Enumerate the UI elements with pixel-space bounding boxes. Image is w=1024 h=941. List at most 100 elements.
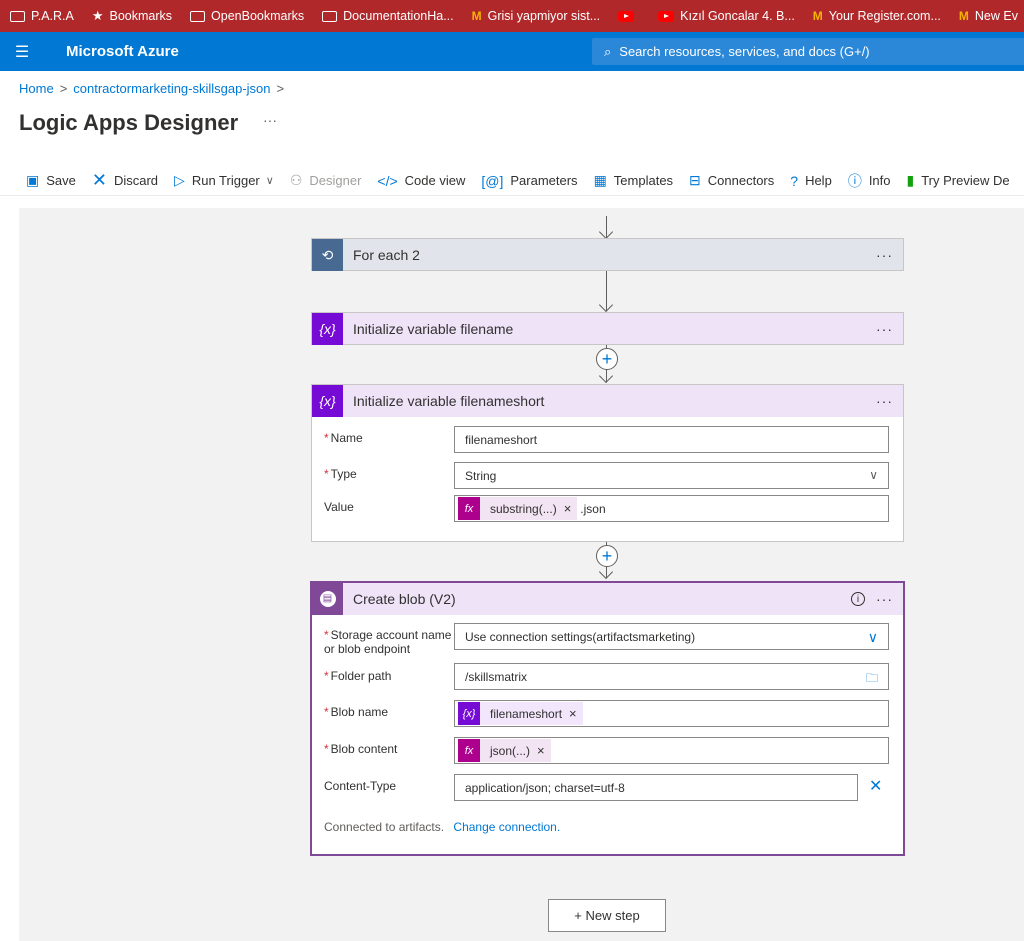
discard-button[interactable]: ✕ Discard	[92, 170, 158, 191]
azure-header: ☰ Microsoft Azure ⌕ Search resources, se…	[0, 32, 1024, 71]
folder-icon	[190, 10, 206, 22]
step-init-filename[interactable]: {x} Initialize variable filename ···	[311, 312, 904, 345]
loop-icon: ⟲	[312, 239, 343, 271]
bookmark-para[interactable]: P.A.R.A	[10, 9, 74, 23]
parameters-button[interactable]: [@] Parameters	[481, 173, 577, 189]
name-field[interactable]: filenameshort	[454, 426, 889, 453]
info-icon: ⓘ	[847, 172, 862, 189]
storage-account-select[interactable]: Use connection settings(artifactsmarketi…	[454, 623, 889, 650]
breadcrumb-resource[interactable]: contractormarketing-skillsgap-json	[73, 81, 270, 96]
gmail-icon: M	[471, 9, 482, 23]
arrow-down-icon	[598, 297, 614, 313]
play-icon: ▷	[174, 172, 185, 188]
search-input[interactable]: ⌕ Search resources, services, and docs (…	[592, 38, 1024, 65]
blob-name-field[interactable]: {x} filenameshort ×	[454, 700, 889, 727]
remove-token-icon[interactable]: ×	[569, 706, 577, 721]
step-header: {x} Initialize variable filename ···	[312, 313, 903, 345]
step-header: {x} Initialize variable filenameshort ··…	[312, 385, 903, 417]
save-icon: ▣	[26, 172, 40, 188]
fx-icon: fx	[458, 497, 480, 520]
youtube-icon	[618, 10, 635, 22]
help-button[interactable]: ? Help	[790, 173, 832, 189]
field-label-storage: * Storage account name or blob endpoint	[324, 628, 452, 656]
breadcrumb-home[interactable]: Home	[19, 81, 54, 96]
variable-icon: {x}	[312, 313, 343, 345]
youtube-icon	[658, 10, 675, 22]
bookmark-bookmarks[interactable]: ★ Bookmarks	[92, 8, 172, 24]
gmail-icon: M	[812, 9, 823, 23]
bookmark-openbookmarks[interactable]: OpenBookmarks	[190, 9, 304, 23]
remove-token-icon[interactable]: ×	[537, 743, 545, 758]
page-title: Logic Apps Designer	[19, 110, 239, 135]
blob-content-field[interactable]: fx json(...) ×	[454, 737, 889, 764]
search-icon: ⌕	[604, 43, 612, 59]
bookmark-grisi[interactable]: M Grisi yapmiyor sist...	[472, 9, 601, 23]
page-more-button[interactable]: ···	[263, 112, 277, 128]
field-label-blobname: * Blob name	[324, 705, 389, 719]
step-title: For each 2	[353, 247, 420, 263]
connectors-button[interactable]: ⊟ Connectors	[689, 172, 774, 189]
designer-icon: ⚇	[289, 172, 303, 188]
bookmark-register[interactable]: M Your Register.com...	[813, 9, 941, 23]
gmail-icon: M	[958, 9, 969, 23]
bookmark-youtube[interactable]	[618, 10, 640, 22]
folder-icon	[322, 10, 338, 22]
blob-storage-icon: ▤	[312, 583, 343, 615]
change-connection-link[interactable]: Change connection.	[453, 820, 560, 834]
star-icon: ★	[91, 8, 104, 23]
more-options-button[interactable]: ···	[876, 591, 893, 607]
bookmark-kizil[interactable]: Kızıl Goncalar 4. B...	[658, 9, 795, 23]
run-trigger-button[interactable]: ▷ Run Trigger ∨	[174, 172, 274, 189]
info-icon[interactable]: i	[851, 592, 865, 606]
step-init-filenameshort[interactable]: {x} Initialize variable filenameshort ··…	[311, 384, 904, 542]
try-preview-button[interactable]: ▮ Try Preview De	[907, 172, 1010, 189]
fx-icon: fx	[458, 739, 480, 762]
step-header: ▤ Create blob (V2) i ···	[312, 583, 903, 615]
step-title: Initialize variable filenameshort	[353, 393, 545, 409]
expression-token[interactable]: fx substring(...) ×	[458, 497, 578, 520]
step-for-each[interactable]: ⟲ For each 2 ···	[311, 238, 904, 271]
value-field[interactable]: fx substring(...) × .json	[454, 495, 889, 522]
bookmark-new[interactable]: M New Ev	[959, 9, 1018, 23]
remove-parameter-icon[interactable]: ✕	[869, 776, 882, 796]
folder-icon	[10, 10, 25, 22]
arrow-down-icon	[598, 224, 614, 240]
more-options-button[interactable]: ···	[876, 247, 893, 263]
step-header: ⟲ For each 2 ···	[312, 239, 903, 271]
templates-button[interactable]: ▦ Templates	[594, 172, 673, 189]
more-options-button[interactable]: ···	[876, 393, 893, 409]
insert-step-plus-icon[interactable]: +	[596, 545, 618, 567]
variable-icon: {x}	[458, 702, 480, 725]
content-type-field[interactable]: application/json; charset=utf-8	[454, 774, 858, 801]
parameters-icon: [@]	[481, 172, 504, 189]
close-icon: ✕	[91, 170, 107, 190]
designer-canvas: ⟲ For each 2 ··· {x} Initialize variable…	[19, 208, 1024, 941]
expression-token[interactable]: fx json(...) ×	[458, 739, 551, 762]
variable-token[interactable]: {x} filenameshort ×	[458, 702, 583, 725]
field-label-folder: * Folder path	[324, 669, 392, 683]
save-button[interactable]: ▣ Save	[26, 172, 76, 189]
type-select[interactable]: String ∨	[454, 462, 889, 489]
designer-button[interactable]: ⚇ Designer	[290, 172, 362, 189]
portal-title[interactable]: Microsoft Azure	[66, 43, 179, 60]
chevron-right-icon: >	[276, 81, 285, 96]
chevron-down-icon: ∨	[867, 629, 878, 645]
field-label-blobcontent: * Blob content	[324, 742, 398, 756]
remove-token-icon[interactable]: ×	[564, 501, 572, 516]
insert-step-plus-icon[interactable]: +	[596, 348, 618, 370]
bookmarks-bar: P.A.R.A ★ Bookmarks OpenBookmarks Documen…	[0, 0, 1024, 32]
code-view-button[interactable]: </> Code view	[377, 173, 465, 189]
bookmark-documentation[interactable]: DocumentationHa...	[322, 9, 454, 23]
hamburger-menu-icon[interactable]: ☰	[0, 42, 44, 62]
info-button[interactable]: ⓘ Info	[848, 171, 891, 191]
breadcrumb: Home > contractormarketing-skillsgap-json >	[19, 81, 290, 96]
step-create-blob[interactable]: ▤ Create blob (V2) i ··· * Storage accoun…	[310, 581, 905, 856]
folder-path-field[interactable]: /skillsmatrix 🗀	[454, 663, 889, 690]
connection-info: Connected to artifacts. Change connectio…	[324, 820, 561, 834]
folder-picker-icon[interactable]: 🗀	[866, 669, 878, 690]
step-title: Create blob (V2)	[353, 591, 456, 607]
more-options-button[interactable]: ···	[876, 321, 893, 337]
variable-icon: {x}	[312, 385, 343, 417]
connectors-icon: ⊟	[689, 172, 701, 188]
new-step-button[interactable]: + New step	[548, 899, 666, 932]
